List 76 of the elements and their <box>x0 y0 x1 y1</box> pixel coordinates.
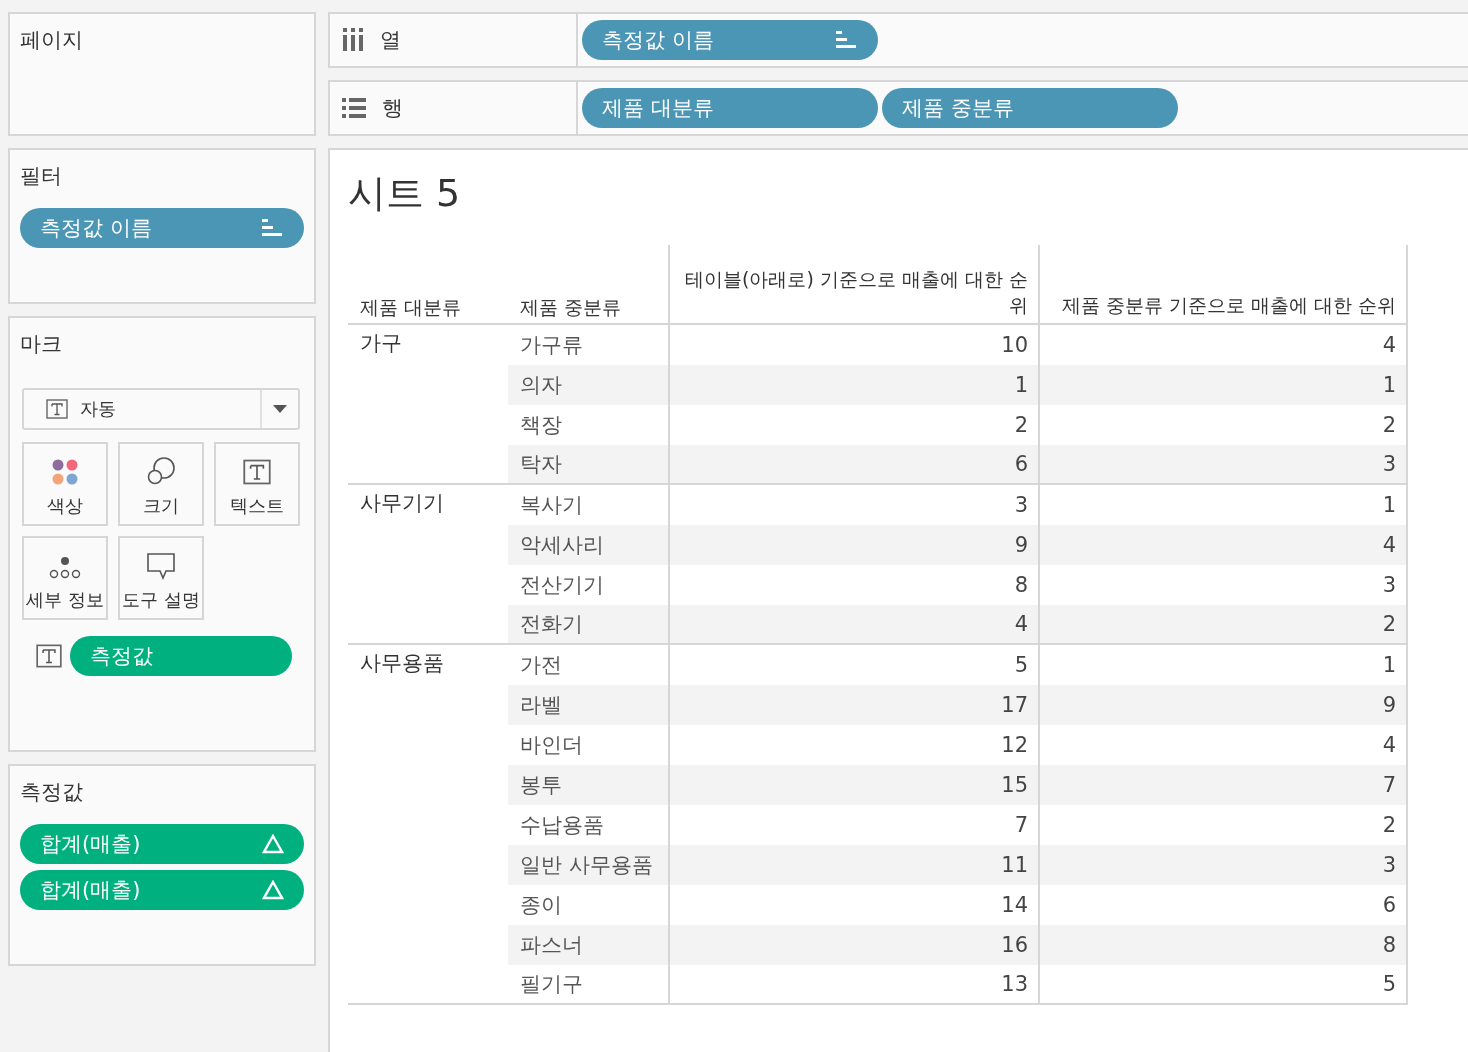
rank-cell: 7 <box>1038 765 1408 805</box>
pages-title: 페이지 <box>20 27 83 54</box>
delta-icon <box>262 880 284 900</box>
rank-cell: 9 <box>1038 685 1408 725</box>
rank-cell: 1 <box>1038 365 1408 405</box>
rows-icon <box>342 98 366 118</box>
subcategory-cell: 필기구 <box>508 965 668 1005</box>
subcategory-cell-text: 종이 <box>519 892 563 919</box>
speech-bubble-icon <box>146 552 176 580</box>
category-cell-text: 사무기기 <box>359 490 445 517</box>
rank-cell: 16 <box>668 925 1038 965</box>
filters-title: 필터 <box>20 163 62 190</box>
circles-icon <box>146 456 176 486</box>
mark-card[interactable]: 크기 <box>118 442 204 526</box>
mark-card[interactable]: 텍스트 <box>214 442 300 526</box>
subcategory-cell-text: 바인더 <box>519 732 584 759</box>
subcategory-cell: 전화기 <box>508 605 668 645</box>
dropdown-caret-icon <box>273 405 287 413</box>
columns-shelf-label: 열 <box>380 27 401 54</box>
text-icon <box>46 398 68 420</box>
mark-type-dropdown[interactable]: 자동 <box>22 388 300 430</box>
subcategory-cell-text: 복사기 <box>519 492 584 519</box>
sort-icon <box>262 218 284 238</box>
subcategory-cell-text: 수납용품 <box>519 812 605 839</box>
rank-cell: 3 <box>1038 845 1408 885</box>
column-header: 제품 중분류 기준으로 매출에 대한 순위 <box>1038 245 1408 325</box>
rank-cell: 3 <box>1038 445 1408 485</box>
subcategory-cell-text: 책장 <box>519 412 563 439</box>
detail-dots-icon <box>49 556 81 580</box>
subcategory-cell: 파스너 <box>508 925 668 965</box>
column-header: 제품 대분류 <box>348 245 508 325</box>
rows-shelf-label: 행 <box>382 95 403 122</box>
measure-pill[interactable]: 합계(매출) <box>20 870 304 910</box>
mark-card[interactable]: 세부 정보 <box>22 536 108 620</box>
subcategory-cell: 라벨 <box>508 685 668 725</box>
subcategory-cell-text: 가전 <box>519 652 563 679</box>
row-pill[interactable]: 제품 대분류 <box>582 88 878 128</box>
rank-cell: 5 <box>1038 965 1408 1005</box>
rank-cell: 9 <box>668 525 1038 565</box>
filter-pill[interactable]: 측정값 이름 <box>20 208 304 248</box>
delta-icon <box>262 834 284 854</box>
column-header: 테이블(아래로) 기준으로 매출에 대한 순위 <box>668 245 1038 325</box>
measure-pill[interactable]: 합계(매출) <box>20 824 304 864</box>
column-pill[interactable]: 측정값 이름 <box>582 20 878 60</box>
subcategory-cell: 일반 사무용품 <box>508 845 668 885</box>
marks-title: 마크 <box>20 331 62 358</box>
text-icon <box>36 643 62 669</box>
rank-cell: 15 <box>668 765 1038 805</box>
measure-values-pill[interactable]: 측정값 <box>70 636 292 676</box>
sheet-title: 시트 5 <box>348 170 461 217</box>
columns-icon <box>342 28 364 52</box>
color-dots-icon <box>51 458 79 486</box>
rank-cell: 4 <box>668 605 1038 645</box>
rank-cell: 6 <box>668 445 1038 485</box>
subcategory-cell: 의자 <box>508 365 668 405</box>
mark-card[interactable]: 도구 설명 <box>118 536 204 620</box>
column-header: 제품 중분류 <box>508 245 668 325</box>
mark-card[interactable]: 색상 <box>22 442 108 526</box>
subcategory-cell: 악세사리 <box>508 525 668 565</box>
sort-icon <box>836 30 858 50</box>
rank-cell: 17 <box>668 685 1038 725</box>
row-pill[interactable]: 제품 중분류 <box>882 88 1178 128</box>
subcategory-cell: 봉투 <box>508 765 668 805</box>
rank-cell: 8 <box>1038 925 1408 965</box>
rank-cell: 1 <box>668 365 1038 405</box>
rank-cell: 4 <box>1038 525 1408 565</box>
category-cell-text: 사무용품 <box>359 650 445 677</box>
rank-cell: 2 <box>1038 605 1408 645</box>
subcategory-cell-text: 가구류 <box>519 332 584 359</box>
text-icon <box>243 458 271 486</box>
subcategory-cell-text: 전산기기 <box>519 572 605 599</box>
rank-cell: 11 <box>668 845 1038 885</box>
category-cell-text: 가구 <box>359 330 403 357</box>
subcategory-cell: 탁자 <box>508 445 668 485</box>
measure-values-title: 측정값 <box>20 779 83 806</box>
rank-cell: 13 <box>668 965 1038 1005</box>
